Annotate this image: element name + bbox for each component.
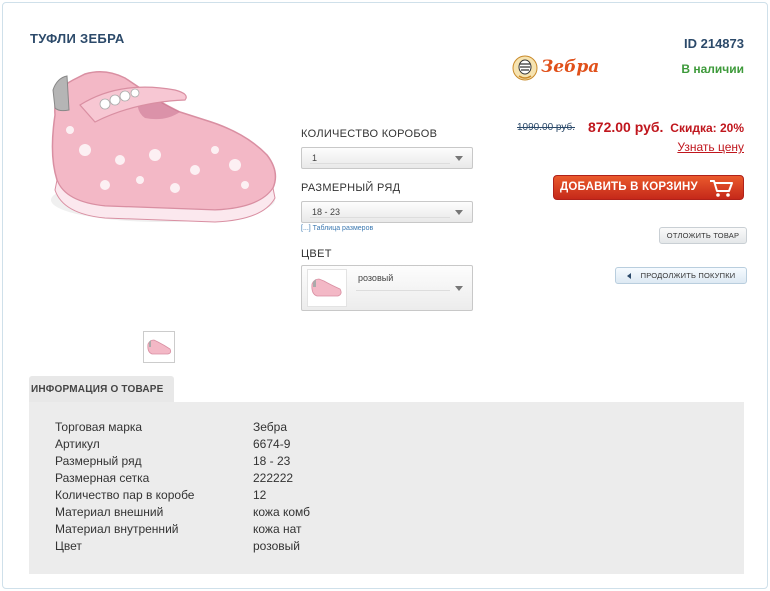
info-row-key: Размерный ряд — [55, 454, 142, 468]
size-range-label: РАЗМЕРНЫЙ РЯД — [301, 182, 401, 194]
info-row-key: Цвет — [55, 539, 82, 553]
product-thumbnail[interactable] — [143, 331, 175, 363]
add-to-cart-button[interactable]: ДОБАВИТЬ В КОРЗИНУ — [553, 175, 744, 200]
check-price-link[interactable]: Узнать цену — [677, 140, 744, 154]
availability-status: В наличии — [681, 62, 744, 76]
defer-item-button[interactable]: ОТЛОЖИТЬ ТОВАР — [659, 227, 747, 244]
page-title: ТУФЛИ ЗЕБРА — [30, 31, 125, 46]
size-range-select[interactable]: 18 - 23 — [301, 201, 473, 223]
select-divider — [310, 163, 450, 164]
old-price: 1090.00 руб. — [517, 122, 575, 133]
shoe-thumbnail-icon — [147, 339, 172, 355]
color-value: розовый — [358, 273, 394, 283]
info-row-key: Количество пар в коробе — [55, 488, 195, 502]
chevron-down-icon — [455, 156, 463, 161]
size-range-value: 18 - 23 — [312, 207, 341, 217]
product-info-panel: Торговая марка Зебра Артикул 6674-9 Размер… — [29, 402, 744, 574]
info-row-value: Зебра — [253, 420, 288, 434]
boxes-quantity-value: 1 — [312, 153, 318, 163]
shopping-cart-icon — [710, 180, 733, 197]
info-row-key: Артикул — [55, 437, 100, 451]
chevron-down-icon — [455, 210, 463, 215]
info-row-value: розовый — [253, 539, 300, 553]
info-row-key: Размерная сетка — [55, 471, 150, 485]
color-select[interactable]: розовый — [301, 265, 473, 311]
info-row-key: Торговая марка — [55, 420, 143, 434]
shoe-swatch-icon — [311, 278, 342, 297]
arrow-left-icon — [627, 273, 631, 279]
select-divider — [310, 217, 450, 218]
info-row-value: 12 — [253, 488, 267, 502]
info-row-value: кожа комб — [253, 505, 311, 519]
info-row-value: кожа нат — [253, 522, 302, 536]
select-divider — [356, 290, 450, 291]
chevron-down-icon — [455, 286, 463, 291]
continue-shopping-button[interactable]: ПРОДОЛЖИТЬ ПОКУПКИ — [615, 267, 747, 284]
current-price: 872.00 руб. — [588, 119, 664, 135]
product-id: ID 214873 — [684, 36, 744, 51]
add-to-cart-label: ДОБАВИТЬ В КОРЗИНУ — [560, 181, 698, 193]
info-row-value: 6674-9 — [253, 437, 291, 451]
boxes-quantity-select[interactable]: 1 — [301, 147, 473, 169]
info-row-key: Материал внешний — [55, 505, 164, 519]
zebra-mascot-icon — [512, 55, 538, 81]
tab-product-info[interactable]: ИНФОРМАЦИЯ О ТОВАРЕ — [29, 376, 174, 403]
product-main-image[interactable] — [45, 60, 285, 230]
continue-shopping-label: ПРОДОЛЖИТЬ ПОКУПКИ — [640, 271, 736, 280]
color-swatch-image — [307, 269, 347, 307]
discount-label: Скидка: 20% — [670, 121, 744, 135]
info-row-value: 18 - 23 — [253, 454, 291, 468]
brand-logo[interactable]: Зебра — [511, 54, 599, 84]
brand-logo-text: Зебра — [541, 57, 600, 77]
boxes-quantity-label: КОЛИЧЕСТВО КОРОБОВ — [301, 128, 438, 140]
color-label: ЦВЕТ — [301, 248, 332, 260]
size-table-link[interactable]: [...] Таблица размеров — [301, 225, 373, 232]
info-row-key: Материал внутренний — [55, 522, 179, 536]
info-row-value: 222222 — [253, 471, 294, 485]
